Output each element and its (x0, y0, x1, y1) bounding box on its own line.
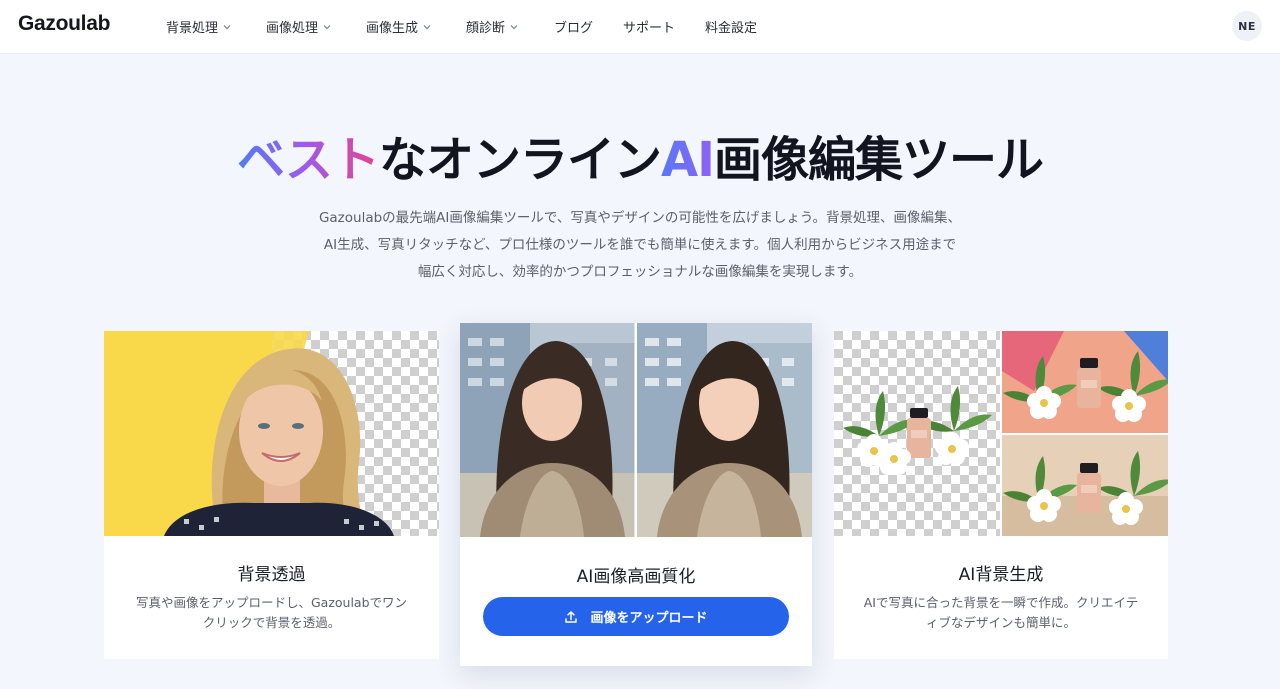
nav-label: サポート (623, 21, 676, 36)
top-header: Gazoulab 背景処理 画像処理 画像生成 顔診断 ブログ サポート 料金設… (0, 0, 1280, 54)
nav-label: 顔診断 (466, 21, 506, 36)
card-description-line: クリックで背景を透過。 (202, 615, 341, 630)
upload-button-label: 画像をアップロード (590, 610, 708, 625)
hero-description-line: Gazoulabの最先端AI画像編集ツールで、写真やデザインの可能性を広げましょ… (318, 210, 962, 226)
card-title: AI画像高画質化 (576, 567, 696, 587)
nav-label: ブログ (554, 21, 594, 36)
nav-item-pricing[interactable]: 料金設定 (705, 17, 757, 36)
card-description: 写真や画像をアップロードし、Gazoulabでワン クリックで背景を透過。 (124, 593, 419, 633)
card-description-line: ィブなデザインも簡単に。 (925, 615, 1076, 630)
hero-description-line: 幅広く対応し、効率的かつプロフェッショナルな画像編集を実現します。 (417, 264, 863, 280)
card-description-line: 写真や画像をアップロードし、Gazoulabでワン (135, 595, 408, 610)
upload-icon (565, 610, 578, 623)
feature-card-background-removal[interactable]: 背景透過 写真や画像をアップロードし、Gazoulabでワン クリックで背景を透… (104, 331, 439, 659)
nav-item-background[interactable]: 背景処理 (166, 17, 231, 36)
hero-title-highlight: ベスト (236, 132, 380, 188)
nav-item-support[interactable]: サポート (623, 17, 675, 36)
before-image (460, 323, 635, 537)
feature-card-ai-background[interactable]: AI背景生成 AIで写真に合った背景を一瞬で作成。クリエイテ ィブなデザインも簡… (834, 331, 1168, 659)
hero-description: Gazoulabの最先端AI画像編集ツールで、写真やデザインの可能性を広げましょ… (240, 205, 1040, 286)
logo[interactable]: Gazoulab (18, 12, 110, 36)
chevron-down-icon (510, 24, 518, 29)
nav-label: 画像生成 (366, 21, 419, 36)
chevron-down-icon (323, 24, 331, 29)
after-image (637, 323, 812, 537)
hero-title: ベストなオンラインAI画像編集ツール (0, 120, 1280, 190)
nav-item-image-processing[interactable]: 画像処理 (266, 17, 331, 36)
hero-title-ai: AI (660, 132, 715, 188)
nav-item-face-diagnosis[interactable]: 顔診断 (466, 17, 518, 36)
chevron-down-icon (223, 24, 231, 29)
ai-background-preview (834, 331, 1168, 536)
hero-title-text: 画像編集ツール (713, 132, 1044, 188)
card-title: 背景透過 (237, 565, 306, 585)
hero-description-line: AI生成、写真リタッチなど、プロ仕様のツールを誰でも簡単に使えます。個人利用から… (323, 237, 957, 253)
card-description-line: AIで写真に合った背景を一瞬で作成。クリエイテ (863, 595, 1139, 610)
nav-item-image-generation[interactable]: 画像生成 (366, 17, 431, 36)
nav-item-blog[interactable]: ブログ (554, 17, 593, 36)
card-title: AI背景生成 (958, 565, 1044, 585)
feature-card-ai-upscale[interactable]: AI画像高画質化 画像をアップロード (460, 323, 812, 666)
chevron-down-icon (423, 24, 431, 29)
upload-image-button[interactable]: 画像をアップロード (483, 597, 789, 636)
user-avatar[interactable]: NE (1232, 11, 1262, 41)
nav-label: 背景処理 (166, 21, 219, 36)
nav-label: 料金設定 (705, 21, 758, 36)
hero-title-text: なオンライン (378, 132, 662, 188)
background-removal-preview (104, 331, 439, 536)
ai-upscale-preview (460, 323, 812, 537)
nav-label: 画像処理 (266, 21, 319, 36)
card-description: AIで写真に合った背景を一瞬で作成。クリエイテ ィブなデザインも簡単に。 (854, 593, 1148, 633)
